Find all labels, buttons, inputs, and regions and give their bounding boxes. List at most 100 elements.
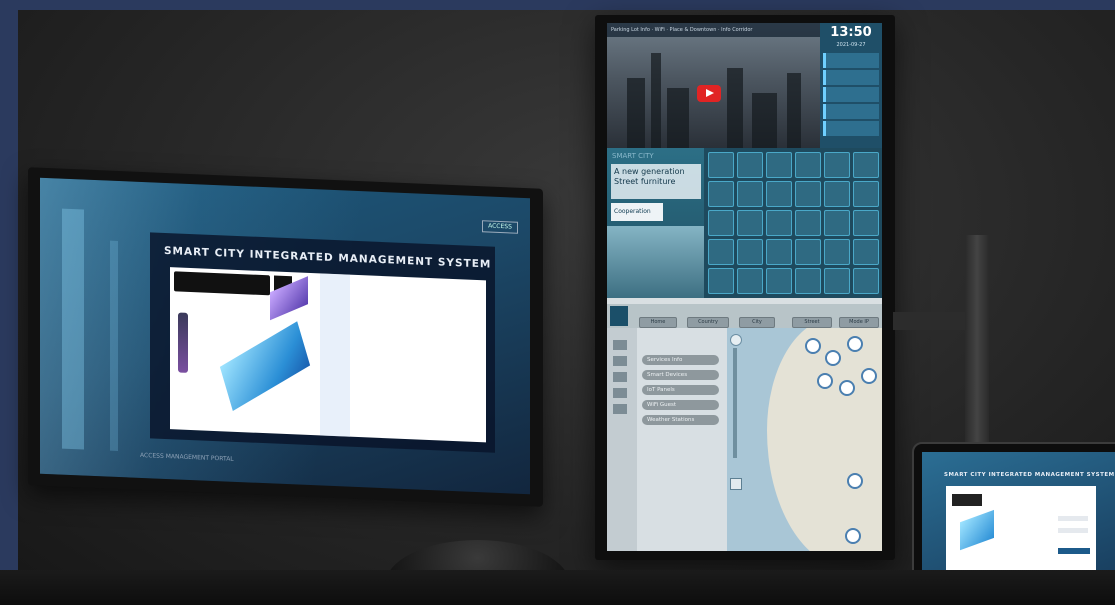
- map-pin[interactable]: [805, 338, 821, 354]
- app-icon[interactable]: [795, 239, 821, 265]
- tablet-card: [946, 486, 1096, 574]
- light-beam: [320, 273, 350, 437]
- app-icon[interactable]: [853, 210, 879, 236]
- tab-country[interactable]: Country: [687, 317, 729, 328]
- tab-city[interactable]: City: [739, 317, 775, 328]
- toolbar-button[interactable]: [613, 356, 627, 366]
- kiosk-screen: Parking Lot Info · WiFi · Place & Downto…: [607, 23, 882, 551]
- app-icon[interactable]: [766, 239, 792, 265]
- app-icon[interactable]: [708, 268, 734, 294]
- app-icon[interactable]: [737, 152, 763, 178]
- app-icon[interactable]: [737, 239, 763, 265]
- app-icon[interactable]: [853, 152, 879, 178]
- list-item[interactable]: [823, 87, 879, 102]
- tab-home[interactable]: Home: [639, 317, 677, 328]
- building: [727, 68, 743, 148]
- kiosk-display: Parking Lot Info · WiFi · Place & Downto…: [595, 15, 895, 560]
- app-icon[interactable]: [737, 210, 763, 236]
- map-pin[interactable]: [817, 373, 833, 389]
- map-pin[interactable]: [845, 528, 861, 544]
- app-icon[interactable]: [824, 181, 850, 207]
- app-grid: [704, 148, 882, 298]
- wall-display: ACCESS SMART CITY INTEGRATED MANAGEMENT …: [28, 167, 543, 507]
- app-icon[interactable]: [737, 181, 763, 207]
- building: [787, 73, 801, 148]
- map-pin[interactable]: [847, 473, 863, 489]
- info-list: [823, 53, 879, 138]
- mount-arm: [893, 312, 973, 330]
- wall-display-screen: ACCESS SMART CITY INTEGRATED MANAGEMENT …: [40, 177, 530, 495]
- menu-item[interactable]: Services Info: [642, 355, 719, 365]
- toolbar-button[interactable]: [613, 404, 627, 414]
- menu-item[interactable]: IoT Panels: [642, 385, 719, 395]
- map[interactable]: [727, 328, 882, 551]
- column-illustration: [178, 312, 188, 373]
- app-icon[interactable]: [766, 152, 792, 178]
- tablet-logo: [952, 494, 982, 506]
- info-sidebar: 13:50 2021-09-27: [820, 23, 882, 148]
- building: [667, 88, 689, 148]
- app-icon[interactable]: [795, 181, 821, 207]
- list-item[interactable]: [823, 121, 879, 136]
- city-video[interactable]: Parking Lot Info · WiFi · Place & Downto…: [607, 23, 820, 148]
- menu-item[interactable]: Smart Devices: [642, 370, 719, 380]
- app-icon[interactable]: [795, 152, 821, 178]
- map-pin[interactable]: [847, 336, 863, 352]
- app-icon[interactable]: [853, 268, 879, 294]
- login-button[interactable]: [1058, 548, 1090, 554]
- map-pin[interactable]: [839, 380, 855, 396]
- app-icon[interactable]: [824, 268, 850, 294]
- password-field[interactable]: [1058, 528, 1088, 533]
- search-icon[interactable]: [730, 478, 742, 490]
- content-card: [170, 267, 486, 443]
- app-icon[interactable]: [853, 181, 879, 207]
- app-icon[interactable]: [737, 268, 763, 294]
- tab-street[interactable]: Street: [792, 317, 832, 328]
- floor: [0, 570, 1115, 605]
- toolbar-button[interactable]: [613, 388, 627, 398]
- app-icon[interactable]: [766, 210, 792, 236]
- menu-item[interactable]: WiFi Guest: [642, 400, 719, 410]
- app-icon[interactable]: [708, 181, 734, 207]
- scene: ACCESS SMART CITY INTEGRATED MANAGEMENT …: [0, 0, 1115, 605]
- list-item[interactable]: [823, 104, 879, 119]
- map-pin[interactable]: [825, 350, 841, 366]
- menu-item[interactable]: Weather Stations: [642, 415, 719, 425]
- app-icon[interactable]: [708, 152, 734, 178]
- tablet-title: SMART CITY INTEGRATED MANAGEMENT SYSTEM: [944, 472, 1115, 478]
- progress-track: [607, 298, 882, 304]
- toolbar-button[interactable]: [613, 372, 627, 382]
- app-icon[interactable]: [708, 210, 734, 236]
- toolbar-button[interactable]: [613, 340, 627, 350]
- book-illustration: [219, 321, 311, 412]
- zoom-track[interactable]: [733, 348, 737, 458]
- app-icon[interactable]: [795, 210, 821, 236]
- app-icon[interactable]: [853, 239, 879, 265]
- list-item[interactable]: [823, 53, 879, 68]
- zoom-slider[interactable]: [729, 334, 742, 464]
- app-icon[interactable]: [766, 268, 792, 294]
- portal-logo: [610, 306, 628, 326]
- nav-bar: Home Country City Street Mode IP: [607, 298, 882, 328]
- play-icon[interactable]: [697, 85, 721, 102]
- app-icon[interactable]: [708, 239, 734, 265]
- building: [752, 93, 777, 148]
- land-area: [767, 328, 882, 551]
- access-button[interactable]: ACCESS: [482, 220, 518, 234]
- ad-image: [607, 226, 704, 298]
- app-icon[interactable]: [824, 152, 850, 178]
- clock: 13:50: [830, 25, 872, 40]
- map-pin[interactable]: [861, 368, 877, 384]
- building: [651, 53, 661, 148]
- ad-text: A new generation Street furniture: [611, 164, 701, 199]
- app-icon[interactable]: [824, 239, 850, 265]
- tab-mode[interactable]: Mode IP: [839, 317, 879, 328]
- pan-control-icon[interactable]: [730, 334, 742, 346]
- list-item[interactable]: [823, 70, 879, 85]
- app-icon[interactable]: [795, 268, 821, 294]
- app-icon[interactable]: [766, 181, 792, 207]
- book-illustration: [960, 509, 994, 551]
- app-icon[interactable]: [824, 210, 850, 236]
- email-field[interactable]: [1058, 516, 1088, 521]
- ad-banner: SMART CITY A new generation Street furni…: [607, 148, 704, 298]
